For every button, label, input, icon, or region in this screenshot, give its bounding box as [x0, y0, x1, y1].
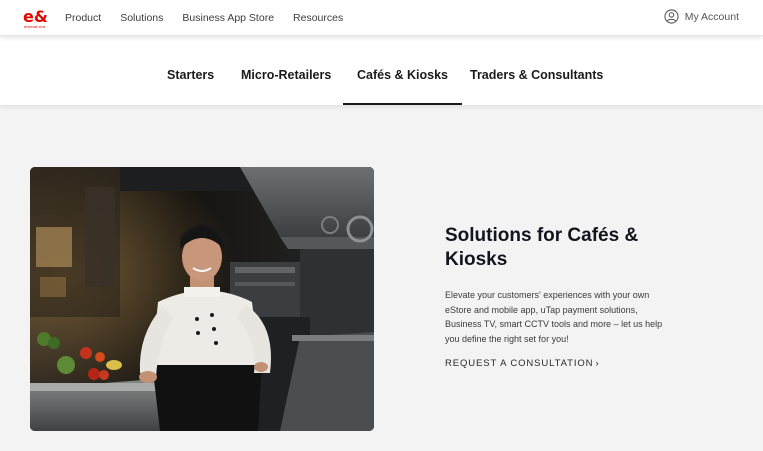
svg-text:e&: e&: [23, 7, 48, 26]
top-navigation-bar: e& etisalat and Product Solutions Busine…: [0, 0, 763, 36]
my-account-label: My Account: [684, 10, 739, 23]
tab-cafes-kiosks[interactable]: Cafés & Kiosks: [342, 36, 463, 105]
my-account-link[interactable]: My Account: [664, 9, 739, 24]
segment-tabs: Starters Micro-Retailers Cafés & Kiosks …: [0, 36, 763, 105]
nav-item-business-app-store[interactable]: Business App Store: [182, 12, 274, 24]
nav-item-solutions[interactable]: Solutions: [120, 12, 163, 24]
brand-logo[interactable]: e& etisalat and: [22, 6, 48, 32]
hero-description: Elevate your customers' experiences with…: [445, 290, 663, 344]
hero-title: Solutions for Cafés & Kiosks: [445, 225, 639, 270]
nav-item-product[interactable]: Product: [65, 12, 101, 24]
tab-starters[interactable]: Starters: [167, 36, 214, 105]
primary-nav: Product Solutions Business App Store Res…: [65, 0, 362, 36]
chevron-right-icon: ›: [595, 358, 599, 369]
nav-item-resources[interactable]: Resources: [293, 12, 343, 24]
chef-kitchen-photo: [30, 167, 374, 431]
user-circle-icon: [664, 9, 679, 24]
svg-text:etisalat and: etisalat and: [24, 25, 45, 29]
tab-micro-retailers[interactable]: Micro-Retailers: [241, 36, 331, 105]
tab-traders-consultants[interactable]: Traders & Consultants: [470, 36, 603, 105]
cta-label: REQUEST A CONSULTATION: [445, 358, 594, 369]
request-consultation-link[interactable]: REQUEST A CONSULTATION ›: [445, 358, 599, 369]
